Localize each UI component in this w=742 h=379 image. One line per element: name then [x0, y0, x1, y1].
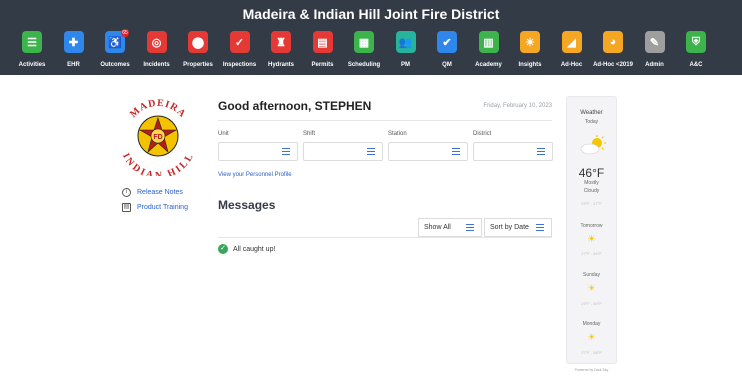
- module-nav: ☰ Activities ✚ EHR ♿ 65 Outcomes ◎ Incidents ⬤ Pro…: [0, 29, 742, 73]
- module-inspections[interactable]: ✓ Inspections: [220, 29, 260, 73]
- hydrant-icon: ♜: [271, 31, 291, 53]
- medical-cross-icon: ✚: [63, 31, 84, 53]
- checkmark-icon: ✔: [437, 31, 457, 53]
- today-temp-range: 24°F - 47°F: [581, 201, 602, 206]
- module-permits[interactable]: ▤ Permits: [303, 29, 343, 73]
- empty-messages-notice: ✓ All caught up!: [218, 244, 275, 254]
- module-admin[interactable]: ✎ Admin: [635, 29, 675, 73]
- forecast-range-tomorrow: 27°F - 45°F: [581, 251, 602, 256]
- messages-heading: Messages: [218, 198, 276, 212]
- list-menu-icon: [367, 148, 375, 156]
- sort-by-date-button[interactable]: Sort by Date: [484, 218, 552, 237]
- cloud-sun-icon: [580, 135, 606, 155]
- district-title: Madeira & Indian Hill Joint Fire Distric…: [242, 6, 500, 22]
- module-pm[interactable]: 👥 PM: [386, 29, 426, 73]
- personnel-profile-link[interactable]: View your Personnel Profile: [218, 172, 292, 178]
- unit-select[interactable]: [218, 142, 298, 161]
- greeting-heading: Good afternoon, STEPHEN: [218, 99, 372, 113]
- current-temperature: 46°F: [578, 166, 605, 180]
- module-insights[interactable]: ☀ Insights: [510, 29, 550, 73]
- sun-icon: ☀: [587, 234, 596, 245]
- powered-by-text: Powered by Dark Sky: [574, 368, 609, 372]
- module-ad-hoc-2019[interactable]: ◕ Ad-Hoc <2019: [593, 29, 633, 73]
- chart-circle-icon: ◕: [603, 31, 623, 53]
- module-academy[interactable]: ▥ Academy: [469, 29, 509, 73]
- partly-sunny-icon: ☀: [587, 332, 596, 342]
- shield-check-icon: ⛨: [686, 31, 706, 53]
- logo-center-text: FD: [153, 134, 162, 141]
- chart-triangle-icon: ◢: [561, 31, 582, 53]
- module-incidents[interactable]: ◎ Incidents: [137, 29, 177, 73]
- header-divider: [218, 120, 552, 121]
- clipboard-list-icon: ☰: [22, 31, 42, 53]
- clipboard-check-icon: ✓: [229, 31, 250, 53]
- module-properties[interactable]: ⬤ Properties: [178, 29, 218, 73]
- module-label: A&C: [689, 62, 703, 68]
- calendar-icon: ▦: [354, 31, 374, 53]
- lifebuoy-icon: ◎: [146, 31, 167, 53]
- list-menu-icon: [282, 148, 290, 156]
- list-menu-icon: [452, 148, 460, 156]
- shift-label: Shift: [303, 131, 316, 137]
- forecast-range-sunday: 29°F - 54°F: [581, 301, 602, 306]
- release-notes-label: Release Notes: [137, 188, 183, 196]
- list-menu-icon: [537, 148, 545, 156]
- book-icon: ▥: [478, 31, 499, 53]
- forecast-day-sunday: Sunday: [583, 272, 600, 278]
- check-circle-icon: ✓: [218, 244, 228, 254]
- product-training-label: Product Training: [137, 203, 188, 211]
- current-date: Friday, February 10, 2023: [483, 103, 552, 109]
- module-outcomes[interactable]: ♿ 65 Outcomes: [95, 29, 135, 73]
- empty-messages-text: All caught up!: [233, 245, 276, 253]
- weather-widget: Weather Today 46°F Mostly Cloudy 24°F - …: [566, 96, 617, 364]
- shift-select[interactable]: [303, 142, 383, 161]
- top-header-bar: Madeira & Indian Hill Joint Fire Distric…: [0, 0, 742, 75]
- list-menu-icon: [536, 224, 544, 232]
- notification-badge: 65: [121, 29, 129, 37]
- info-circle-icon: i: [122, 187, 131, 197]
- lightbulb-icon: ☀: [520, 31, 540, 53]
- current-condition: Mostly Cloudy: [583, 180, 600, 194]
- station-select[interactable]: [388, 142, 468, 161]
- district-select[interactable]: [473, 142, 553, 161]
- partly-sunny-icon: ☀: [587, 283, 596, 293]
- people-icon: 👥: [395, 31, 416, 53]
- module-hydrants[interactable]: ♜ Hydrants: [261, 29, 301, 73]
- wrench-icon: ✎: [644, 31, 665, 53]
- weather-today-label: Today: [584, 119, 599, 125]
- module-ad-hoc[interactable]: ◢ Ad-Hoc: [552, 29, 592, 73]
- map-pin-icon: ⬤: [188, 31, 208, 53]
- list-menu-icon: [466, 224, 474, 232]
- module-activities[interactable]: ☰ Activities: [12, 29, 52, 73]
- module-qm[interactable]: ✔ QM: [427, 29, 467, 73]
- module-scheduling[interactable]: ▦ Scheduling: [344, 29, 384, 73]
- sort-by-label: Sort by Date: [490, 224, 529, 231]
- show-all-label: Show All: [424, 224, 451, 231]
- product-training-link[interactable]: ▤ Product Training: [122, 201, 188, 213]
- release-notes-link[interactable]: i Release Notes: [122, 186, 183, 198]
- forecast-range-monday: 27°F - 58°F: [581, 350, 602, 355]
- unit-label: Unit: [218, 131, 229, 137]
- station-label: Station: [388, 131, 407, 137]
- district-label: District: [473, 131, 492, 137]
- department-logo: MADEIRA INDIAN HILL FD: [120, 98, 196, 176]
- forecast-day-monday: Monday: [582, 321, 601, 327]
- training-book-icon: ▤: [122, 202, 131, 212]
- forecast-day-tomorrow: Tomorrow: [580, 223, 603, 229]
- weather-title: Weather: [580, 110, 603, 116]
- messages-divider: [218, 237, 552, 238]
- show-all-button[interactable]: Show All: [418, 218, 482, 237]
- permit-document-icon: ▤: [312, 31, 333, 53]
- module-ehr[interactable]: ✚ EHR: [54, 29, 94, 73]
- module-a-c[interactable]: ⛨ A&C: [676, 29, 716, 73]
